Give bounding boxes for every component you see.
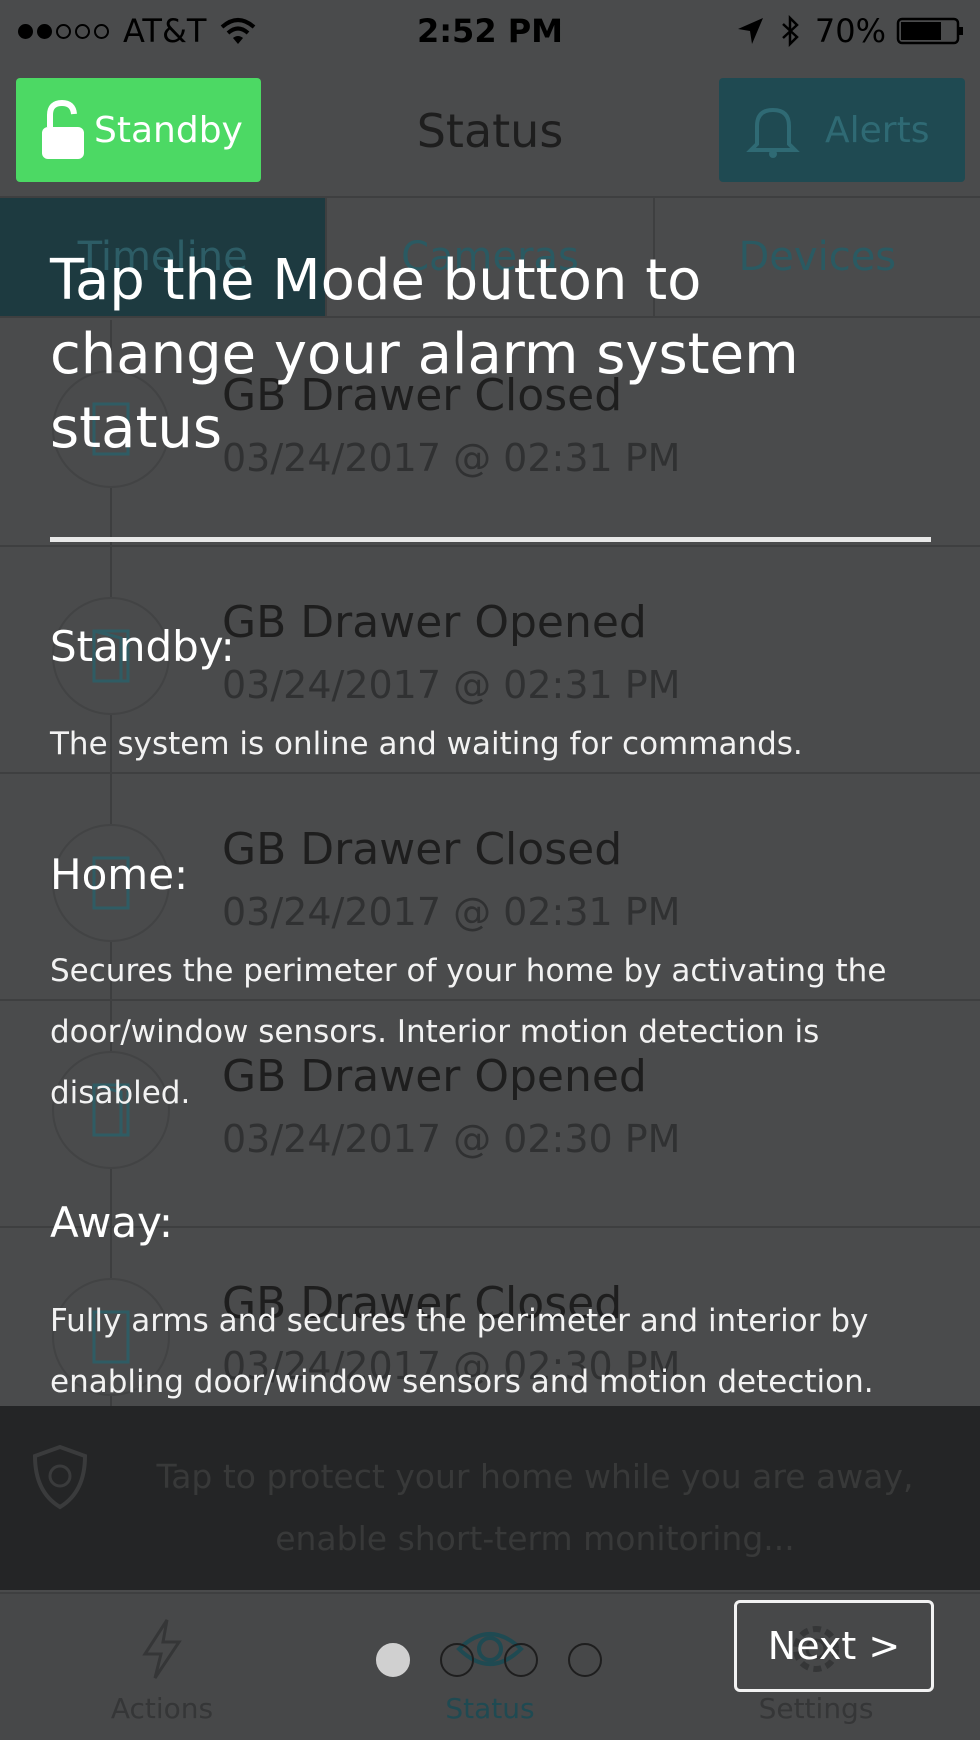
page-indicator [376,1643,632,1677]
mode-label-away: Away: [50,1198,174,1247]
mode-description-standby: The system is online and waiting for com… [50,726,803,762]
page-dot [568,1643,602,1677]
next-button[interactable]: Next > [734,1600,934,1692]
coach-title: Tap the Mode button to change your alarm… [50,248,799,461]
mode-description-home: Secures the perimeter of your home by ac… [50,953,887,1111]
page-dot [440,1643,474,1677]
mode-label-home: Home: [50,850,189,899]
onboarding-overlay: Tap the Mode button to change your alarm… [0,0,980,1740]
mode-label-standby: Standby: [50,622,235,671]
mode-description-away: Fully arms and secures the perimeter and… [50,1303,874,1400]
page-dot [504,1643,538,1677]
coach-divider [50,537,931,542]
page-dot [376,1643,410,1677]
